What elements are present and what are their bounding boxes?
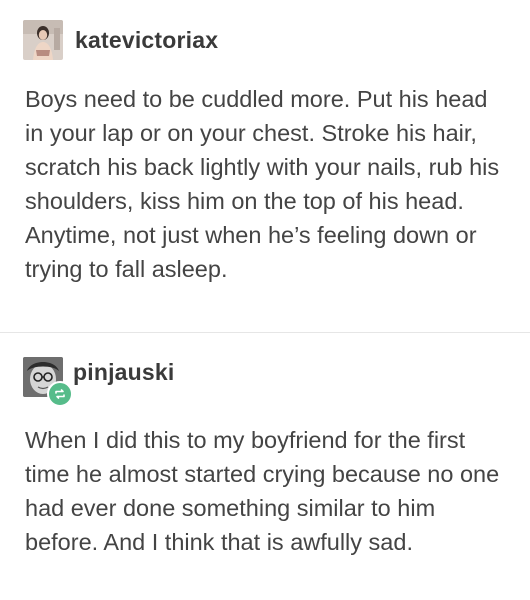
avatar[interactable] xyxy=(23,20,63,60)
post-username[interactable]: pinjauski xyxy=(73,359,175,386)
post-body-text: When I did this to my boyfriend for the … xyxy=(25,427,500,555)
avatar-photo xyxy=(23,20,63,60)
reblog-icon xyxy=(47,381,73,407)
user-photo-icon xyxy=(23,20,63,60)
post-username[interactable]: katevictoriax xyxy=(75,27,218,54)
post-original: katevictoriax Boys need to be cuddled mo… xyxy=(0,0,530,332)
post-body-text: Boys need to be cuddled more. Put his he… xyxy=(25,86,500,282)
post-reblog: pinjauski When I did this to my boyfrien… xyxy=(0,333,530,600)
avatar[interactable] xyxy=(23,357,73,407)
post-header: katevictoriax xyxy=(23,20,218,60)
post-header: pinjauski xyxy=(23,357,175,407)
